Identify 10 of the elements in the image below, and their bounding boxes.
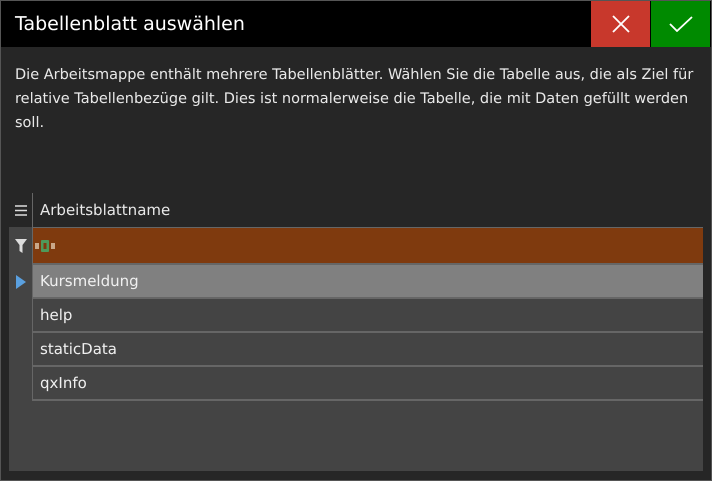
cancel-button[interactable] [591, 1, 650, 47]
column-header[interactable]: Arbeitsblattname [33, 193, 703, 227]
text-filter-icon [35, 240, 55, 252]
close-icon [610, 14, 630, 34]
current-row-icon [16, 275, 26, 289]
window-title: Tabellenblatt auswählen [14, 12, 246, 37]
checkmark-icon [668, 16, 692, 32]
filter-icon [14, 239, 26, 253]
description-text: Die Arbeitsmappe enthält mehrere Tabellenblätter. Wählen Sie die Tabelle aus, die als Ziel für relative Tabellenbezüge gilt. Dies ist normalerweise die Tabelle, die mit Daten gefüllt werden soll. [15, 66, 694, 133]
menu-icon[interactable] [14, 204, 26, 216]
